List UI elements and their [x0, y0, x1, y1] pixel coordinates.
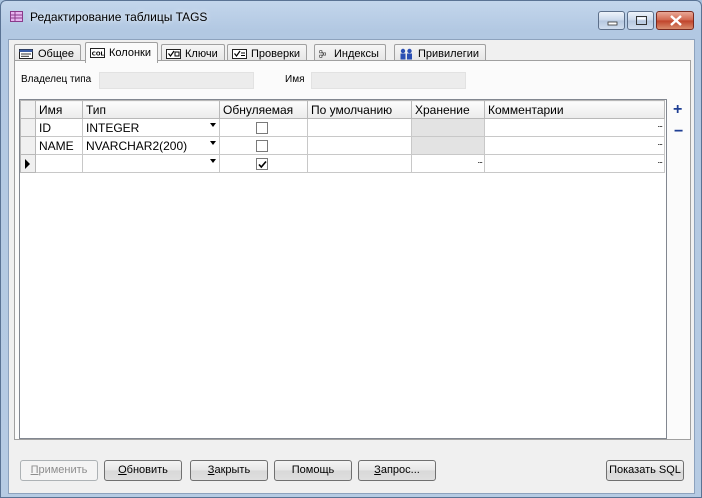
row-indicator[interactable] [20, 136, 36, 155]
dropdown-arrow-icon[interactable] [210, 123, 216, 127]
cell-type[interactable]: INTEGER [82, 118, 220, 137]
columns-table: Имя Тип Обнуляемая По умолчанию Хранение… [20, 100, 665, 173]
tab-keys-label: Ключи [185, 47, 218, 60]
cell-name[interactable] [35, 154, 83, 173]
table-general-icon [19, 48, 33, 59]
checks-icon [232, 48, 247, 59]
close-icon [670, 15, 682, 26]
ellipsis-button[interactable]: ... [477, 156, 482, 166]
dropdown-arrow-icon[interactable] [210, 159, 216, 163]
tab-checks-label: Проверки [251, 47, 301, 60]
column-header-nullable[interactable]: Обнуляемая [219, 100, 308, 119]
column-header-default[interactable]: По умолчанию [307, 100, 412, 119]
tab-columns-label: Колонки [109, 47, 151, 59]
column-header-storage[interactable]: Хранение [411, 100, 485, 119]
name-label: Имя [285, 74, 305, 85]
owner-label: Владелец типа [21, 74, 92, 85]
maximize-button[interactable] [627, 11, 654, 30]
add-column-button[interactable]: + [673, 101, 682, 119]
minimize-button[interactable] [598, 11, 625, 30]
current-row-pointer-icon [25, 159, 30, 169]
table-row-new[interactable]: ... ... [20, 154, 665, 173]
tab-privileges-label: Привилегии [418, 47, 479, 60]
cell-comment[interactable]: ... [484, 136, 665, 155]
close-button[interactable]: Закрыть [190, 460, 268, 481]
cell-default[interactable] [307, 118, 412, 137]
nullable-checkbox-checked[interactable] [255, 158, 268, 170]
cell-name[interactable]: NAME [35, 136, 83, 155]
cell-type[interactable] [82, 154, 220, 173]
cell-comment[interactable]: ... [484, 154, 665, 173]
cell-storage[interactable]: ... [411, 154, 485, 173]
checkmark-icon [257, 160, 267, 169]
maximize-icon [636, 16, 647, 25]
remove-column-button[interactable]: − [674, 123, 683, 141]
column-header-name[interactable]: Имя [35, 100, 83, 119]
cell-nullable[interactable] [219, 154, 308, 173]
column-header-comment[interactable]: Комментарии [484, 100, 665, 119]
row-indicator-header [20, 100, 36, 119]
ellipsis-button[interactable]: ... [657, 156, 662, 166]
cell-storage [411, 136, 485, 155]
refresh-button[interactable]: Обновить [104, 460, 182, 481]
show-sql-button[interactable]: Показать SQL [606, 460, 684, 481]
row-indicator[interactable] [20, 118, 36, 137]
cell-nullable[interactable] [219, 136, 308, 155]
cell-name[interactable]: ID [35, 118, 83, 137]
ellipsis-button[interactable]: ... [657, 120, 662, 130]
cell-nullable[interactable] [219, 118, 308, 137]
column-header-type[interactable]: Тип [82, 100, 220, 119]
row-indicator[interactable] [20, 154, 36, 173]
cell-comment[interactable]: ... [484, 118, 665, 137]
close-window-button[interactable] [656, 11, 694, 30]
nullable-checkbox[interactable] [255, 122, 268, 134]
dialog-client-area: Общее COL Колонки Ключи Проверки Индексы… [8, 39, 695, 494]
columns-grid[interactable]: Имя Тип Обнуляемая По умолчанию Хранение… [19, 99, 667, 439]
tab-general-label: Общее [38, 47, 75, 60]
main-window: Редактирование таблицы TAGS Общее COL Ко… [0, 0, 702, 498]
query-button[interactable]: Запрос... [358, 460, 436, 481]
columns-icon: COL [90, 48, 105, 58]
ellipsis-button[interactable]: ... [657, 138, 662, 148]
database-table-icon [10, 11, 23, 22]
owner-field [99, 72, 254, 89]
window-title: Редактирование таблицы TAGS [30, 10, 208, 24]
columns-tab-panel: Владелец типа Имя Имя Тип Обнуляемая По … [14, 60, 691, 440]
name-field [311, 72, 466, 89]
indexes-icon [319, 49, 326, 58]
tab-columns[interactable]: COL Колонки [85, 42, 158, 63]
apply-button[interactable]: Применить [20, 460, 98, 481]
minimize-icon [607, 21, 618, 26]
nullable-checkbox[interactable] [255, 140, 268, 152]
dropdown-arrow-icon[interactable] [210, 141, 216, 145]
table-row[interactable]: ID INTEGER ... [20, 118, 665, 137]
cell-storage [411, 118, 485, 137]
tab-indexes-label: Индексы [334, 47, 379, 60]
cell-type[interactable]: NVARCHAR2(200) [82, 136, 220, 155]
privileges-icon [400, 48, 412, 59]
table-row[interactable]: NAME NVARCHAR2(200) ... [20, 136, 665, 155]
title-bar[interactable]: Редактирование таблицы TAGS [1, 1, 701, 31]
cell-default[interactable] [307, 154, 412, 173]
cell-default[interactable] [307, 136, 412, 155]
keys-icon [166, 48, 181, 59]
help-button[interactable]: Помощь [274, 460, 352, 481]
svg-text:COL: COL [92, 51, 105, 57]
grid-header-row: Имя Тип Обнуляемая По умолчанию Хранение… [20, 100, 665, 119]
